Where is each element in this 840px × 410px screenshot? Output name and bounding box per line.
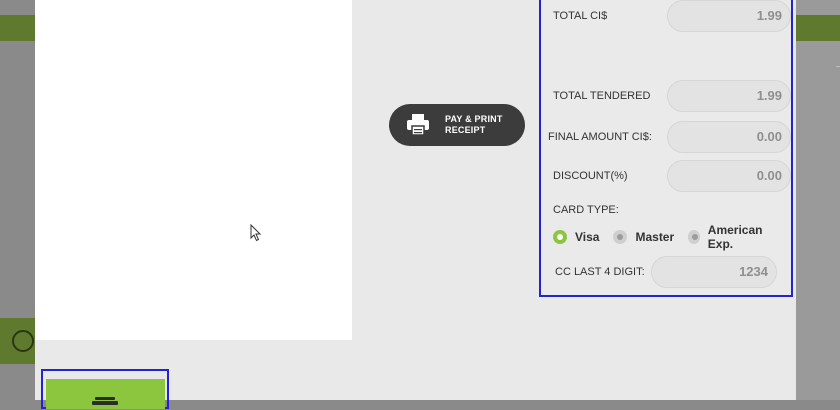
total-tendered-label: TOTAL TENDERED: [553, 90, 651, 102]
radio-selected-icon: [553, 230, 567, 244]
card-type-options: Visa Master American Exp.: [553, 223, 791, 251]
confirm-payment-highlight: [41, 369, 169, 409]
radio-unselected-icon: [613, 230, 628, 244]
cc-last4-label: CC LAST 4 DIGIT:: [555, 266, 645, 278]
card-type-amex-label: American Exp.: [707, 223, 763, 251]
card-type-visa-label: Visa: [575, 230, 600, 244]
discount-field[interactable]: 0.00: [667, 160, 791, 192]
printer-icon: [405, 113, 431, 137]
cash-icon: [92, 392, 118, 405]
payment-modal: PAY & PRINT RECEIPT TOTAL CI$ 1.99 TOTAL…: [35, 0, 796, 400]
discount-label: DISCOUNT(%): [553, 170, 628, 182]
card-type-amex[interactable]: American Exp.: [688, 223, 777, 251]
total-label: TOTAL CI$: [553, 10, 608, 22]
pay-print-line2: RECEIPT: [445, 125, 486, 135]
receipt-preview: [35, 0, 352, 340]
cc-last4-field[interactable]: 1234: [651, 256, 777, 288]
background-header-segment: [796, 15, 840, 41]
mouse-cursor-icon: [250, 223, 262, 242]
total-tendered-field[interactable]: 1.99: [667, 80, 791, 112]
background-panel: [796, 0, 840, 400]
card-type-visa[interactable]: Visa: [553, 230, 599, 244]
radio-unselected-icon: [688, 230, 700, 244]
card-type-master[interactable]: Master: [613, 230, 674, 244]
pay-print-line1: PAY & PRINT: [445, 114, 503, 124]
final-amount-label: FINAL AMOUNT CI$:: [548, 131, 652, 143]
payment-summary-panel: TOTAL CI$ 1.99 TOTAL TENDERED 1.99 FINAL…: [539, 0, 793, 297]
pay-print-receipt-label: PAY & PRINT RECEIPT: [445, 114, 515, 136]
cash-payment-button[interactable]: [46, 379, 165, 409]
final-amount-field[interactable]: 0.00: [667, 121, 791, 153]
background-divider: [836, 66, 840, 67]
pay-print-receipt-button[interactable]: PAY & PRINT RECEIPT: [389, 104, 525, 146]
timer-icon: [12, 330, 34, 352]
total-field[interactable]: 1.99: [667, 0, 791, 32]
card-type-label: CARD TYPE:: [553, 204, 619, 216]
card-type-master-label: Master: [635, 230, 675, 244]
